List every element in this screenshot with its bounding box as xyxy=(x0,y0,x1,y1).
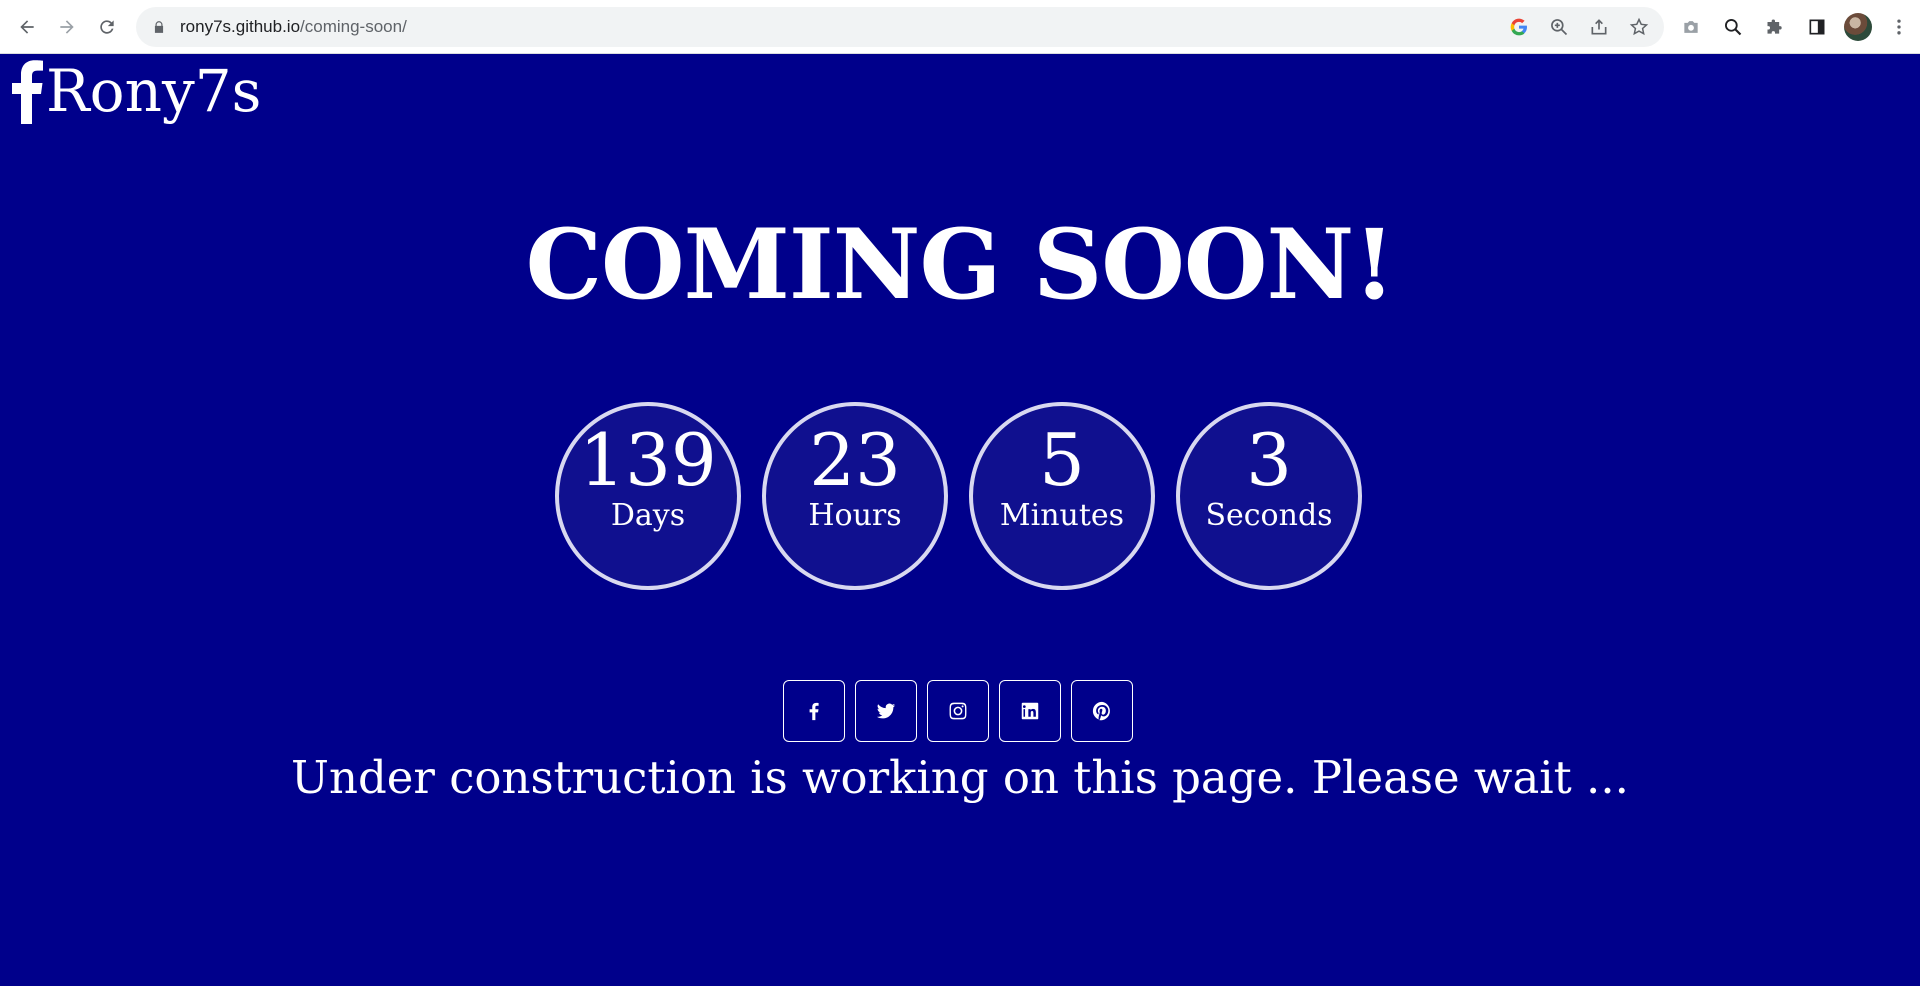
instagram-icon xyxy=(949,702,967,720)
linkedin-icon xyxy=(1021,702,1039,720)
browser-toolbar: rony7s.github.io/coming-soon/ xyxy=(0,0,1920,54)
facebook-icon xyxy=(809,702,819,721)
countdown-value: 3 xyxy=(1246,418,1292,502)
camera-icon[interactable] xyxy=(1676,10,1706,44)
countdown-days: 139 Days xyxy=(555,402,741,590)
address-bar[interactable]: rony7s.github.io/coming-soon/ xyxy=(136,7,1664,47)
page-title: COMING SOON! xyxy=(525,208,1396,321)
reload-icon[interactable] xyxy=(90,10,124,44)
back-icon[interactable] xyxy=(10,10,44,44)
countdown-value: 5 xyxy=(1039,418,1085,502)
menu-icon[interactable] xyxy=(1884,10,1914,44)
countdown-label: Minutes xyxy=(999,498,1125,533)
countdown-seconds: 3 Seconds xyxy=(1176,402,1362,590)
brand-logo[interactable]: Rony7s xyxy=(8,56,261,126)
avatar[interactable] xyxy=(1844,13,1872,41)
brand-name: Rony7s xyxy=(46,57,262,125)
facebook-button[interactable] xyxy=(783,680,845,742)
url-path: /coming-soon/ xyxy=(300,17,407,36)
linkedin-button[interactable] xyxy=(999,680,1061,742)
twitter-icon xyxy=(876,703,896,719)
countdown-hours: 23 Hours xyxy=(762,402,948,590)
google-icon[interactable] xyxy=(1508,16,1530,38)
countdown-minutes: 5 Minutes xyxy=(969,402,1155,590)
pinterest-icon xyxy=(1092,701,1110,721)
forward-icon[interactable] xyxy=(50,10,84,44)
countdown: 139 Days 23 Hours 5 Minutes 3 Seconds xyxy=(555,402,1362,590)
social-links xyxy=(783,680,1133,742)
star-icon[interactable] xyxy=(1628,16,1650,38)
countdown-value: 139 xyxy=(579,418,717,502)
search-icon[interactable] xyxy=(1718,10,1748,44)
url-host: rony7s.github.io xyxy=(180,17,301,36)
zoom-icon[interactable] xyxy=(1548,16,1570,38)
sidepanel-icon[interactable] xyxy=(1802,10,1832,44)
extensions-icon[interactable] xyxy=(1760,10,1790,44)
countdown-label: Days xyxy=(610,498,686,533)
twitter-button[interactable] xyxy=(855,680,917,742)
tagline: Under construction is working on this pa… xyxy=(291,751,1629,804)
pinterest-button[interactable] xyxy=(1071,680,1133,742)
lock-icon xyxy=(154,21,164,33)
countdown-label: Seconds xyxy=(1205,498,1333,533)
countdown-value: 23 xyxy=(809,418,901,502)
facebook-icon xyxy=(12,60,43,124)
instagram-button[interactable] xyxy=(927,680,989,742)
countdown-label: Hours xyxy=(808,498,902,533)
share-icon[interactable] xyxy=(1588,16,1610,38)
